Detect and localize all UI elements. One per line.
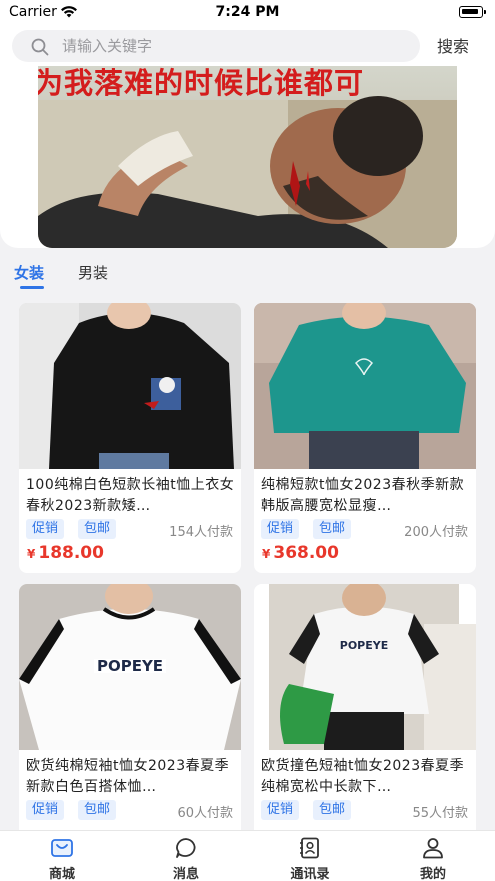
nav-item-messages[interactable]: 消息 xyxy=(124,831,248,881)
nav-label: 通讯录 xyxy=(290,867,330,881)
product-card[interactable]: POPEYE 欧货纯棉短袖t恤女2023春夏季新款白色百搭体恤… 促销 包邮 6… xyxy=(19,584,241,854)
product-title: 欧货纯棉短袖t恤女2023春夏季新款白色百搭体恤… xyxy=(26,758,230,795)
bottom-nav: 商城 消息 通讯录 我的 xyxy=(0,830,495,881)
nav-label: 商城 xyxy=(48,867,75,881)
free-shipping-tag: 包邮 xyxy=(313,800,352,820)
status-bar: Carrier 7:24 PM xyxy=(0,0,495,26)
sales-count: 154人付款 xyxy=(169,525,233,540)
price-value: 188.00 xyxy=(38,543,104,563)
nav-item-shop[interactable]: 商城 xyxy=(0,831,124,881)
product-title: 欧货撞色短袖t恤女2023春夏季纯棉宽松中长款下… xyxy=(261,758,465,795)
product-image xyxy=(254,303,476,469)
clock: 7:24 PM xyxy=(215,4,280,20)
price-value: 368.00 xyxy=(273,543,339,563)
tab-mens[interactable]: 男装 xyxy=(78,262,108,283)
banner-container: 为我落难的时候比谁都可 xyxy=(0,66,495,248)
svg-text:POPEYE: POPEYE xyxy=(97,657,163,675)
free-shipping-tag: 包邮 xyxy=(78,519,117,539)
contacts-icon xyxy=(300,837,319,859)
currency-symbol: ¥ xyxy=(262,547,271,561)
free-shipping-tag: 包邮 xyxy=(78,800,117,820)
banner-photo xyxy=(38,96,457,248)
profile-icon xyxy=(423,838,443,859)
product-card[interactable]: POPEYE 欧货撞色短袖t恤女2023春夏季纯棉宽松中长款下… 促销 包邮 5… xyxy=(254,584,476,854)
nav-item-contacts[interactable]: 通讯录 xyxy=(248,831,372,881)
message-icon xyxy=(176,838,196,858)
search-icon xyxy=(31,38,49,56)
sales-count: 60人付款 xyxy=(177,806,233,821)
product-card[interactable]: 100纯棉白色短款长袖t恤上衣女春秋2023新款矮… 促销 包邮 154人付款 … xyxy=(19,303,241,573)
product-price: ¥368.00 xyxy=(262,543,339,563)
search-input[interactable] xyxy=(62,30,402,62)
shop-icon xyxy=(51,839,73,857)
product-image xyxy=(19,303,241,469)
free-shipping-tag: 包邮 xyxy=(313,519,352,539)
product-price: ¥188.00 xyxy=(27,543,104,563)
sales-count: 55人付款 xyxy=(412,806,468,821)
active-tab-indicator xyxy=(20,286,44,289)
category-tabs: 女装 男装 xyxy=(0,258,495,294)
svg-text:POPEYE: POPEYE xyxy=(340,639,388,652)
promo-tag: 促销 xyxy=(261,800,300,820)
search-button[interactable]: 搜索 xyxy=(437,33,469,57)
tab-womens[interactable]: 女装 xyxy=(14,262,44,283)
promo-tag: 促销 xyxy=(261,519,300,539)
promo-tag: 促销 xyxy=(26,519,65,539)
currency-symbol: ¥ xyxy=(27,547,36,561)
banner-image[interactable]: 为我落难的时候比谁都可 xyxy=(38,66,457,248)
product-image: POPEYE xyxy=(254,584,476,750)
product-title: 纯棉短款t恤女2023春秋季新款韩版高腰宽松显瘦… xyxy=(261,477,465,514)
nav-label: 我的 xyxy=(419,867,446,881)
product-title: 100纯棉白色短款长袖t恤上衣女春秋2023新款矮… xyxy=(26,477,235,514)
nav-label: 消息 xyxy=(172,867,199,881)
battery-icon xyxy=(459,6,486,18)
product-image: POPEYE xyxy=(19,584,241,750)
promo-tag: 促销 xyxy=(26,800,65,820)
sales-count: 200人付款 xyxy=(404,525,468,540)
search-bar: 搜索 xyxy=(0,26,495,66)
product-card[interactable]: 纯棉短款t恤女2023春秋季新款韩版高腰宽松显瘦… 促销 包邮 200人付款 ¥… xyxy=(254,303,476,573)
search-box[interactable] xyxy=(12,30,420,62)
nav-item-profile[interactable]: 我的 xyxy=(371,831,495,881)
